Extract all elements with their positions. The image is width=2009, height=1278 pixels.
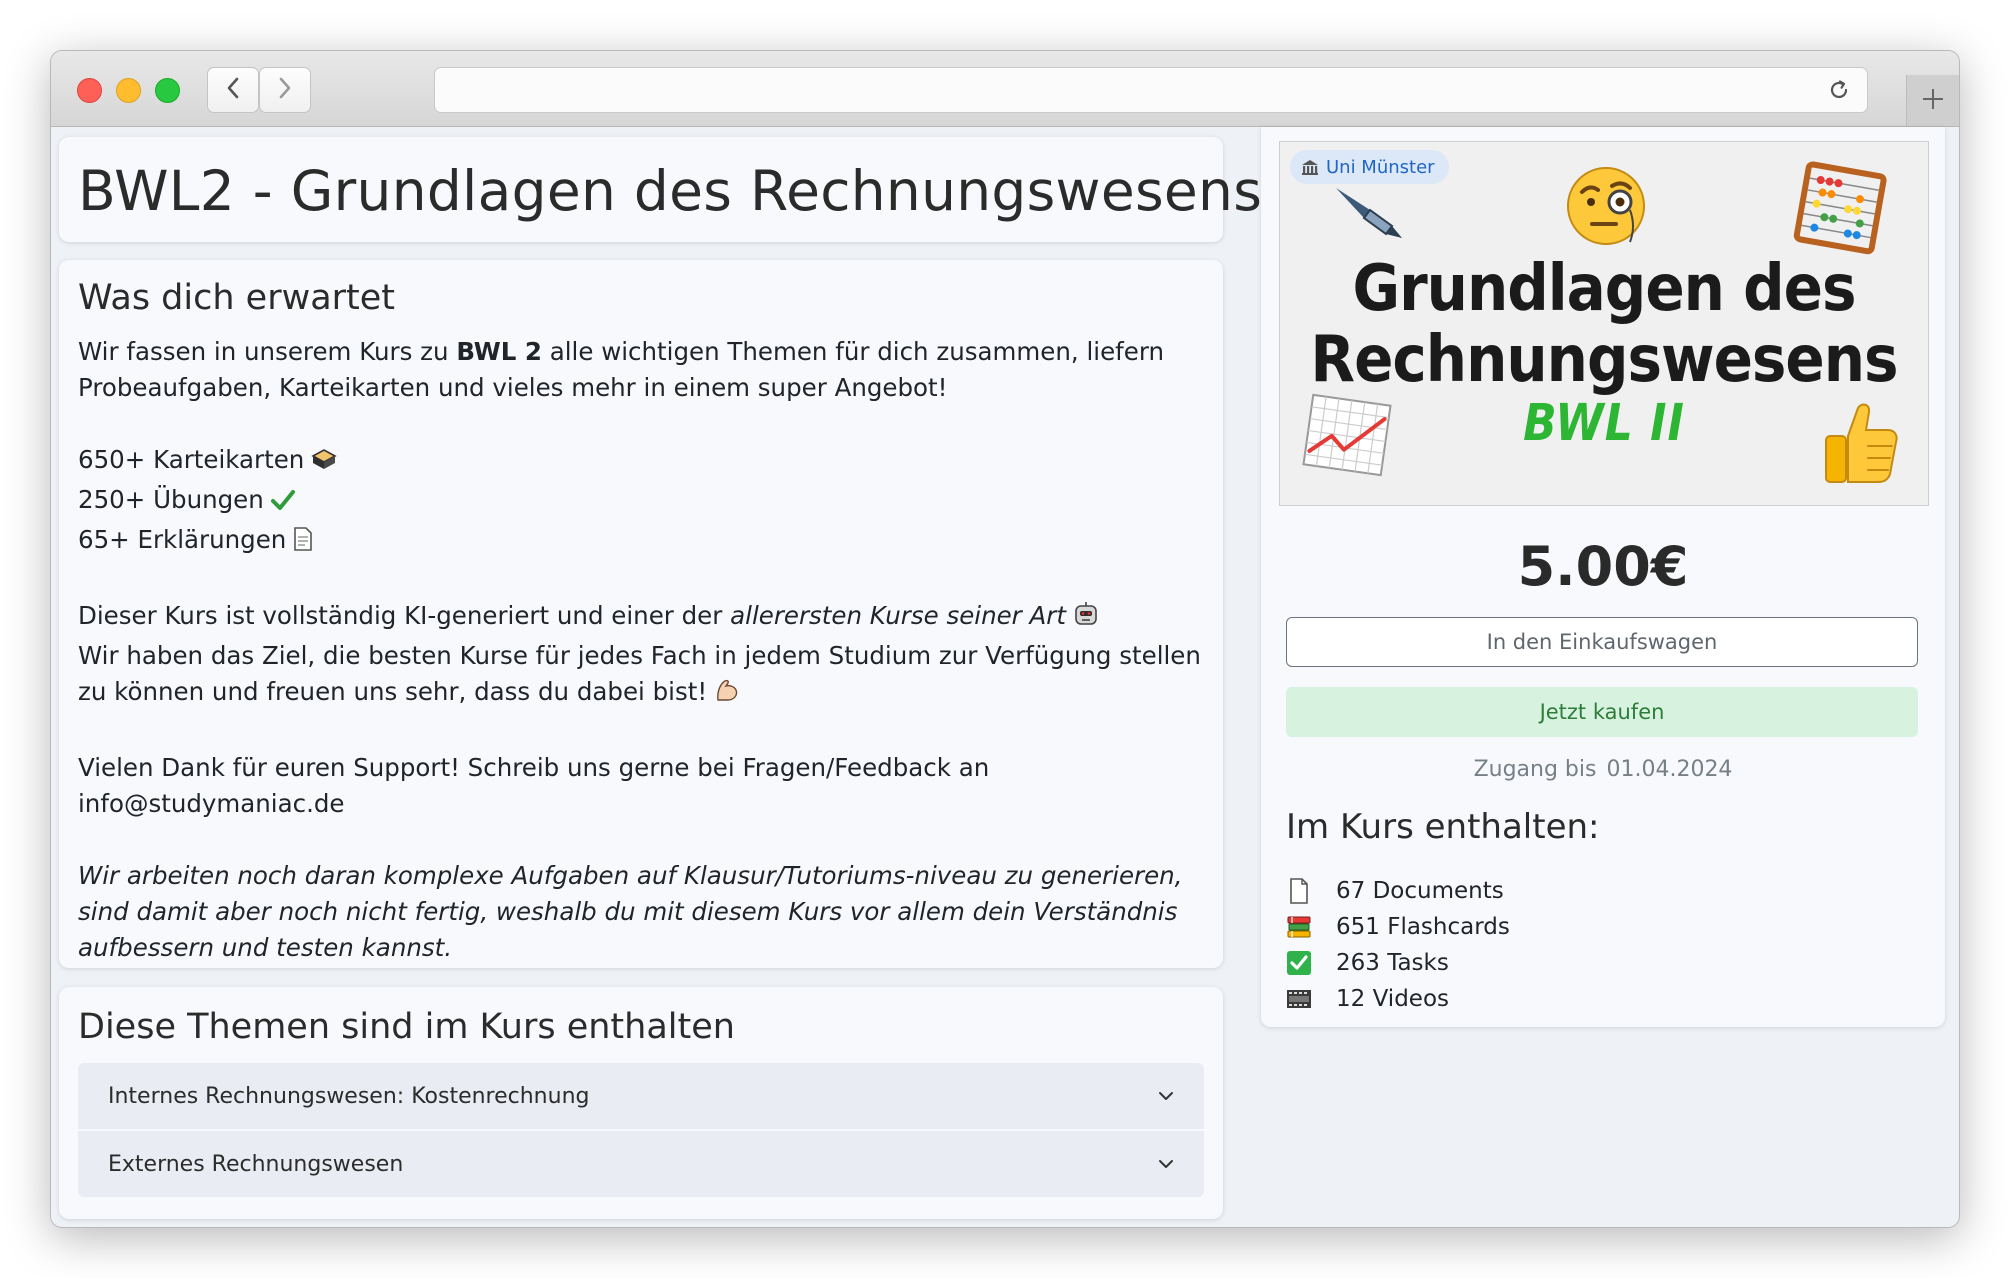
description-card: Was dich erwartet Wir fassen in unserem … <box>59 260 1223 968</box>
stat-flashcards: 650+ Karteikarten <box>78 442 1218 482</box>
stat-exercises-text: 250+ Übungen <box>78 485 264 514</box>
included-item-videos: 12 Videos <box>1286 981 1510 1017</box>
university-badge[interactable]: Uni Münster <box>1290 150 1449 184</box>
page-title: BWL2 - Grundlagen des Rechnungswesens <box>78 159 1263 223</box>
forward-button[interactable] <box>259 67 311 113</box>
ki-line: Dieser Kurs ist vollständig KI-generiert… <box>78 598 1218 638</box>
access-date: 01.04.2024 <box>1606 757 1733 782</box>
checkmark-icon <box>270 486 296 522</box>
topic-accordion-item[interactable]: Internes Rechnungswesen: Kostenrechnung <box>78 1063 1204 1129</box>
stat-explanations-text: 65+ Erklärungen <box>78 525 287 554</box>
robot-icon <box>1072 600 1100 638</box>
address-bar[interactable] <box>434 67 1868 113</box>
chevron-down-icon <box>1158 1159 1174 1169</box>
included-item-text: 263 Tasks <box>1336 950 1449 976</box>
minimize-window-button[interactable] <box>116 78 141 103</box>
university-building-icon <box>1300 157 1320 177</box>
course-price: 5.00€ <box>1517 535 1689 598</box>
contact-email: info@studymaniac.de <box>78 789 345 818</box>
included-item-flashcards: 651 Flashcards <box>1286 909 1510 945</box>
browser-toolbar <box>51 51 1959 127</box>
buy-now-button[interactable]: Jetzt kaufen <box>1286 687 1918 737</box>
access-label: Zugang bis <box>1473 757 1597 782</box>
included-item-text: 67 Documents <box>1336 878 1504 904</box>
browser-window: BWL2 - Grundlagen des Rechnungswesens Wa… <box>50 50 1960 1228</box>
goal-line-1: Wir haben das Ziel, die besten Kurse für… <box>78 641 1201 670</box>
description-heading: Was dich erwartet <box>78 278 396 318</box>
chevron-right-icon <box>277 76 293 104</box>
checkbox-icon <box>1286 950 1312 976</box>
new-tab-button[interactable] <box>1906 75 1959 126</box>
topic-label: Externes Rechnungswesen <box>108 1151 404 1177</box>
page-viewport: BWL2 - Grundlagen des Rechnungswesens Wa… <box>51 127 1959 1227</box>
thanks-line: Vielen Dank für euren Support! Schreib u… <box>78 753 990 782</box>
thumbnail-title-line-1: Grundlagen des <box>1352 250 1856 326</box>
note-text-1: Wir arbeiten noch daran komplexe Aufgabe… <box>78 861 1183 890</box>
stat-exercises: 250+ Übungen <box>78 482 1218 522</box>
note-line-1: Wir arbeiten noch daran komplexe Aufgabe… <box>78 858 1218 894</box>
included-item-text: 651 Flashcards <box>1336 914 1510 940</box>
intro-line-1: Wir fassen in unserem Kurs zu BWL 2 alle… <box>78 334 1218 370</box>
topics-heading: Diese Themen sind im Kurs enthalten <box>78 1007 735 1047</box>
description-body: Wir fassen in unserem Kurs zu BWL 2 alle… <box>78 334 1218 966</box>
chevron-down-icon <box>1158 1091 1174 1101</box>
goal-line-2: zu können und freuen uns sehr, dass du d… <box>78 674 1218 714</box>
flexed-biceps-icon <box>713 676 741 714</box>
plus-icon <box>1921 87 1945 115</box>
included-list: 67 Documents 651 Flashcards 263 Tasks 12… <box>1286 873 1510 1017</box>
intro-text-end: alle wichtigen Themen für dich zusammen,… <box>541 337 1165 366</box>
back-button[interactable] <box>207 67 259 113</box>
topics-card: Diese Themen sind im Kurs enthalten Inte… <box>59 987 1223 1219</box>
note-text-3: aufbessern und testen kannst. <box>78 933 453 962</box>
included-item-tasks: 263 Tasks <box>1286 945 1510 981</box>
topic-label: Internes Rechnungswesen: Kostenrechnung <box>108 1083 590 1109</box>
goal-text: zu können und freuen uns sehr, dass du d… <box>78 677 708 706</box>
card-box-icon <box>310 446 338 482</box>
purchase-sidebar: Uni Münster Grundlagen des Rechnungswese… <box>1261 127 1945 1027</box>
ki-italic-text: allerersten Kurse seiner Art <box>730 601 1066 630</box>
course-thumbnail: Uni Münster Grundlagen des Rechnungswese… <box>1279 141 1929 506</box>
close-window-button[interactable] <box>77 78 102 103</box>
thumbnail-title-line-2: Rechnungswesens <box>1310 321 1898 397</box>
ki-text: Dieser Kurs ist vollständig KI-generiert… <box>78 601 731 630</box>
stat-flashcards-text: 650+ Karteikarten <box>78 445 305 474</box>
access-info: Zugang bis 01.04.2024 <box>1261 757 1945 782</box>
chart-increasing-icon <box>1298 390 1396 484</box>
thumbs-up-icon <box>1820 400 1900 490</box>
add-to-cart-button[interactable]: In den Einkaufswagen <box>1286 617 1918 667</box>
fountain-pen-icon <box>1330 180 1406 246</box>
course-title-card: BWL2 - Grundlagen des Rechnungswesens <box>59 137 1262 242</box>
intro-line-2: Probeaufgaben, Karteikarten und vieles m… <box>78 373 948 402</box>
note-text-2: sind damit aber noch nicht fertig, wesha… <box>78 897 1178 926</box>
included-heading: Im Kurs enthalten: <box>1286 807 1600 847</box>
note-line-2: sind damit aber noch nicht fertig, wesha… <box>78 894 1218 930</box>
included-item-documents: 67 Documents <box>1286 873 1510 909</box>
university-name: Uni Münster <box>1326 156 1435 178</box>
face-with-monocle-icon <box>1564 164 1648 252</box>
intro-text: Wir fassen in unserem Kurs zu <box>78 337 457 366</box>
stat-explanations: 65+ Erklärungen <box>78 522 1218 562</box>
abacus-icon <box>1793 161 1887 258</box>
books-icon <box>1286 914 1312 940</box>
note-line-3: aufbessern und testen kannst. <box>78 930 1218 966</box>
topic-accordion-item[interactable]: Externes Rechnungswesen <box>78 1131 1204 1197</box>
reload-icon[interactable] <box>1827 78 1851 106</box>
intro-bold-text: BWL 2 <box>456 337 542 366</box>
film-icon <box>1286 986 1312 1012</box>
document-icon <box>1286 878 1312 904</box>
chevron-left-icon <box>225 76 241 104</box>
zoom-window-button[interactable] <box>155 78 180 103</box>
included-item-text: 12 Videos <box>1336 986 1450 1012</box>
page-icon <box>292 526 314 562</box>
